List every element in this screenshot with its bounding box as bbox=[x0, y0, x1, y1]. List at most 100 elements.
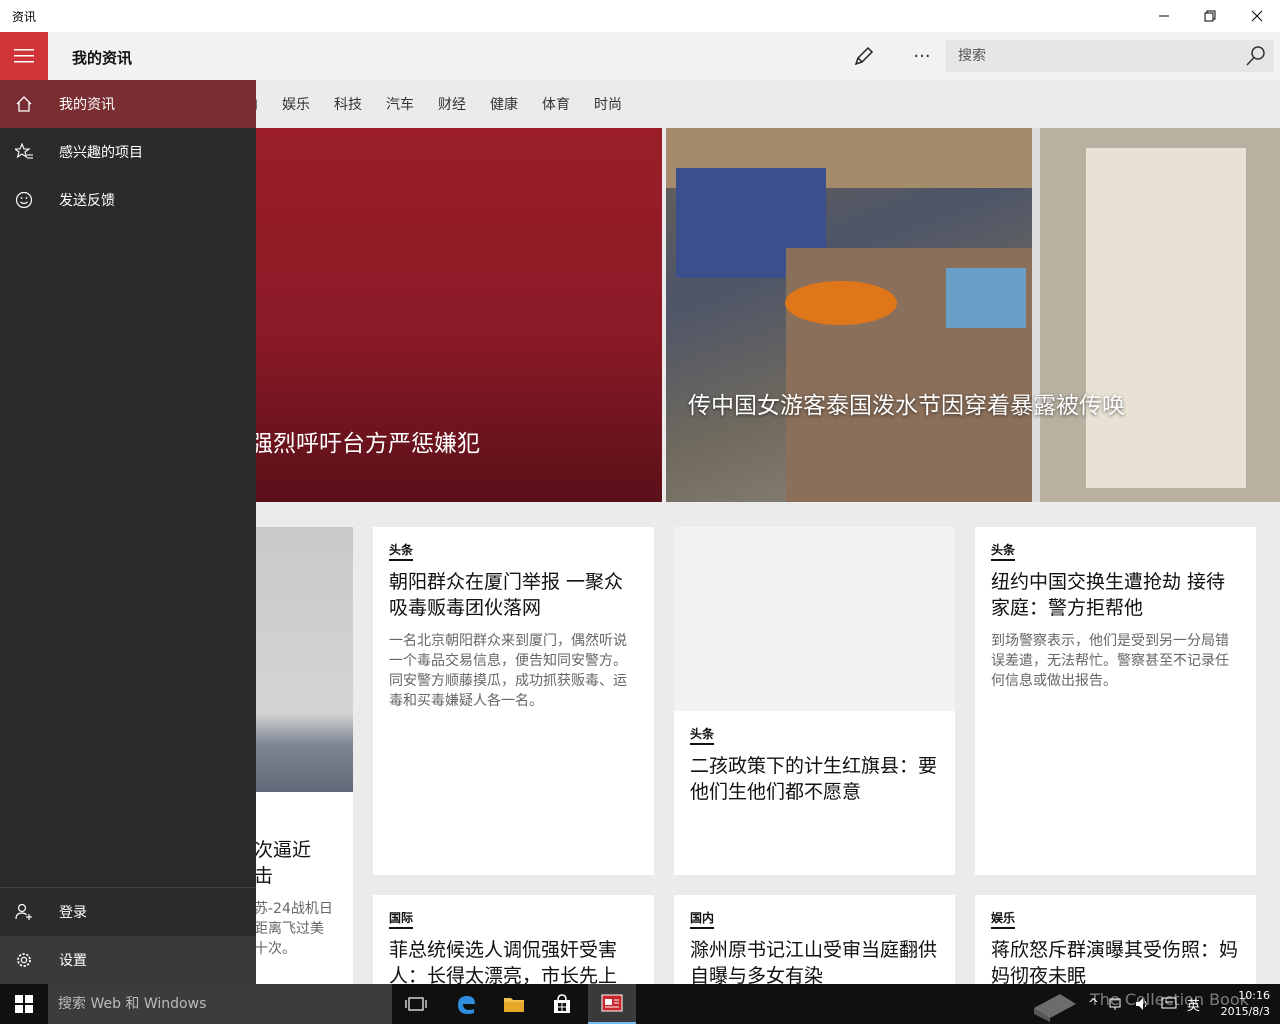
tag-underline bbox=[389, 559, 413, 561]
card-summary: 到场警察表示，他们是受到另一分局错误差遣，无法帮忙。警察甚至不记录任何信息或做出… bbox=[991, 633, 1229, 689]
taskbar: The Collection Book ^ 英 10:16 2015/8/3 bbox=[0, 984, 1280, 1024]
window-titlebar: 资讯 bbox=[0, 0, 1280, 32]
search-box[interactable] bbox=[946, 40, 1274, 72]
store-app-button[interactable] bbox=[538, 984, 586, 1024]
card-title: 二孩政策下的计生红旗县：要他们生他们都不愿意 bbox=[690, 755, 938, 803]
book-watermark-icon bbox=[1034, 994, 1076, 1022]
app-header: 我的资讯 ··· bbox=[0, 32, 1280, 80]
news-card[interactable]: 娱乐 蒋欣怒斥群演曝其受伤照：妈妈彻夜未眠 bbox=[975, 895, 1256, 995]
tag-underline bbox=[991, 559, 1015, 561]
restore-icon bbox=[1204, 10, 1216, 22]
minimize-button[interactable] bbox=[1141, 0, 1187, 32]
tab-sports[interactable]: 体育 bbox=[542, 94, 570, 114]
hamburger-menu-button[interactable] bbox=[0, 32, 48, 80]
card-category-tag: 头条 bbox=[690, 727, 715, 741]
card-summary-line: 苏-24战机日 bbox=[256, 901, 333, 917]
news-card[interactable]: 头条 朝阳群众在厦门举报 一聚众吸毒贩毒团伙落网 一名北京朝阳群众来到厦门，偶然… bbox=[373, 527, 654, 875]
news-card-image bbox=[674, 527, 955, 711]
card-title: 朝阳群众在厦门举报 一聚众吸毒贩毒团伙落网 bbox=[389, 571, 624, 619]
news-card-partial[interactable]: 次逼近 击 苏-24战机日 距离飞过美 十次。 bbox=[256, 527, 353, 987]
star-list-icon bbox=[0, 128, 48, 176]
clock-date: 2015/8/3 bbox=[1220, 1005, 1270, 1018]
clock-time: 10:16 bbox=[1238, 989, 1270, 1002]
minimize-icon bbox=[1159, 15, 1169, 17]
search-input[interactable] bbox=[946, 40, 1236, 72]
person-add-icon bbox=[0, 888, 48, 936]
file-explorer-button[interactable] bbox=[490, 984, 538, 1024]
navigation-pane: 我的资讯 感兴趣的项目 发送反馈 登录 设置 bbox=[0, 80, 256, 984]
tab-entertainment[interactable]: 娱乐 bbox=[282, 94, 310, 114]
card-title-line: 次逼近 bbox=[256, 839, 312, 861]
news-card[interactable]: 国际 菲总统候选人调侃强奸受害人：长得太漂亮，市长先上 bbox=[373, 895, 654, 995]
window-title: 资讯 bbox=[12, 10, 37, 24]
restore-button[interactable] bbox=[1187, 0, 1233, 32]
card-title: 菲总统候选人调侃强奸受害人：长得太漂亮，市长先上 bbox=[389, 939, 618, 987]
sidebar-item-label: 我的资讯 bbox=[59, 97, 115, 113]
hero-photo bbox=[666, 128, 1280, 502]
card-summary-line: 十次。 bbox=[256, 941, 296, 957]
edge-app-button[interactable] bbox=[442, 984, 490, 1024]
card-title: 纽约中国交换生遭抢劫 接待家庭：警方拒帮他 bbox=[991, 571, 1226, 619]
taskbar-search[interactable] bbox=[48, 984, 392, 1024]
sidebar-item-settings[interactable]: 设置 bbox=[0, 936, 256, 984]
tag-underline bbox=[690, 927, 714, 929]
news-app-button[interactable] bbox=[588, 984, 636, 1024]
gear-icon bbox=[0, 936, 48, 984]
hero-story-left[interactable]: 强烈呼吁台方严惩嫌犯 bbox=[256, 128, 662, 502]
sidebar-item-feedback[interactable]: 发送反馈 bbox=[0, 176, 256, 224]
edit-button[interactable] bbox=[848, 40, 880, 72]
input-method-indicator[interactable]: 英 bbox=[1187, 995, 1200, 1014]
task-view-button[interactable] bbox=[392, 984, 440, 1024]
card-category-tag: 头条 bbox=[389, 543, 414, 557]
tab-fashion[interactable]: 时尚 bbox=[594, 94, 622, 114]
hamburger-icon bbox=[14, 49, 34, 63]
sidebar-item-sign-in[interactable]: 登录 bbox=[0, 888, 256, 936]
hero-right-headline: 传中国女游客泰国泼水节因穿着暴露被传唤 bbox=[688, 393, 1125, 419]
start-button[interactable] bbox=[0, 984, 48, 1024]
page-title: 我的资讯 bbox=[72, 49, 133, 67]
more-button[interactable]: ··· bbox=[906, 40, 938, 72]
home-icon bbox=[0, 80, 48, 128]
card-title: 滁州原书记江山受审当庭翻供 自曝与多女有染 bbox=[690, 939, 938, 987]
card-category-tag: 国内 bbox=[690, 911, 715, 925]
chevron-up-icon[interactable]: ^ bbox=[1088, 997, 1099, 1012]
news-card[interactable]: 头条 二孩政策下的计生红旗县：要他们生他们都不愿意 bbox=[674, 527, 955, 875]
pencil-icon bbox=[854, 46, 874, 66]
smiley-icon bbox=[0, 176, 48, 224]
search-icon[interactable] bbox=[1244, 44, 1268, 68]
tab-health[interactable]: 健康 bbox=[490, 94, 518, 114]
tag-underline bbox=[991, 927, 1015, 929]
card-category-tag: 国际 bbox=[389, 911, 414, 925]
task-view-icon bbox=[405, 997, 427, 1011]
sidebar-item-interests[interactable]: 感兴趣的项目 bbox=[0, 128, 256, 176]
news-card[interactable]: 国内 滁州原书记江山受审当庭翻供 自曝与多女有染 bbox=[674, 895, 955, 995]
hero-left-headline: 强烈呼吁台方严惩嫌犯 bbox=[256, 431, 480, 457]
tab-finance[interactable]: 财经 bbox=[438, 94, 466, 114]
store-bag-icon bbox=[554, 994, 570, 1013]
close-icon bbox=[1251, 10, 1263, 22]
sidebar-item-label: 设置 bbox=[59, 953, 87, 969]
card-category-tag: 头条 bbox=[991, 543, 1016, 557]
tag-underline bbox=[690, 743, 714, 745]
notification-icon[interactable] bbox=[1161, 997, 1177, 1011]
clock[interactable]: 10:16 2015/8/3 bbox=[1221, 988, 1270, 1020]
card-title-line: 击 bbox=[256, 865, 274, 887]
sidebar-item-label: 登录 bbox=[59, 905, 87, 921]
news-app-icon bbox=[601, 994, 623, 1012]
sidebar-item-my-news[interactable]: 我的资讯 bbox=[0, 80, 256, 128]
close-button[interactable] bbox=[1234, 0, 1280, 32]
hero-story-right[interactable]: 传中国女游客泰国泼水节因穿着暴露被传唤 bbox=[666, 128, 1280, 502]
taskbar-search-input[interactable] bbox=[48, 984, 392, 1024]
card-title: 蒋欣怒斥群演曝其受伤照：妈妈彻夜未眠 bbox=[991, 939, 1239, 987]
tab-auto[interactable]: 汽车 bbox=[386, 94, 414, 114]
network-icon[interactable] bbox=[1109, 997, 1125, 1011]
volume-icon[interactable] bbox=[1135, 997, 1151, 1011]
news-card[interactable]: 头条 纽约中国交换生遭抢劫 接待家庭：警方拒帮他 到场警察表示，他们是受到另一分… bbox=[975, 527, 1256, 875]
more-icon: ··· bbox=[913, 45, 931, 67]
news-card-image bbox=[256, 527, 353, 792]
card-summary-line: 距离飞过美 bbox=[256, 921, 324, 937]
tag-underline bbox=[389, 927, 413, 929]
tab-tech[interactable]: 科技 bbox=[334, 94, 362, 114]
edge-browser-icon bbox=[458, 996, 475, 1014]
system-tray: ^ 英 bbox=[1088, 984, 1200, 1024]
